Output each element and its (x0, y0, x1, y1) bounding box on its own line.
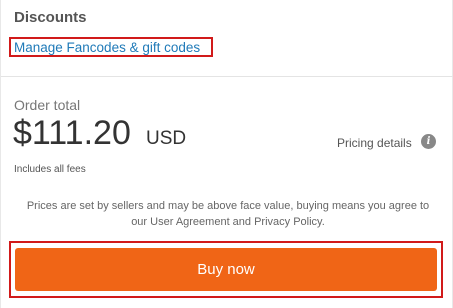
section-divider (1, 76, 453, 77)
buy-now-button[interactable]: Buy now (15, 248, 437, 291)
order-total-label: Order total (14, 97, 81, 113)
discounts-heading: Discounts (14, 9, 87, 26)
order-total-currency: USD (146, 128, 187, 149)
info-icon[interactable]: i (421, 134, 436, 149)
pricing-details-link[interactable]: Pricing details (337, 136, 412, 150)
pricing-disclaimer: Prices are set by sellers and may be abo… (26, 200, 430, 228)
order-total-amount: $111.20 (13, 114, 131, 152)
fees-note: Includes all fees (14, 164, 86, 175)
checkout-panel: Discounts Manage Fancodes & gift codes O… (0, 0, 453, 308)
manage-fancodes-link[interactable]: Manage Fancodes & gift codes (14, 40, 200, 55)
